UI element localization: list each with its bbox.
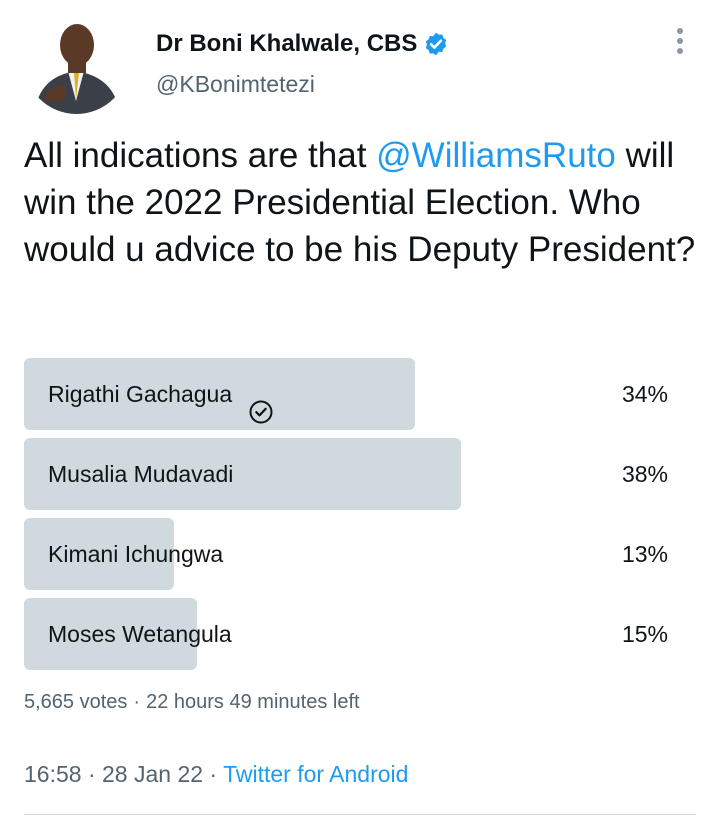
poll-option-label: Moses Wetangula <box>48 598 232 670</box>
author-name-row[interactable]: Dr Boni Khalwale, CBS <box>156 30 449 58</box>
check-circle-icon <box>248 381 274 424</box>
poll-option: Kimani Ichungwa 13% <box>24 518 674 590</box>
timestamp-separator: · <box>203 761 224 787</box>
tweet-timestamp-row: 16:58 · 28 Jan 22 · Twitter for Android <box>24 759 408 789</box>
poll-option-label: Kimani Ichungwa <box>48 518 223 590</box>
tweet-source-link[interactable]: Twitter for Android <box>223 761 408 787</box>
poll-option-percent: 15% <box>621 621 668 647</box>
avatar[interactable] <box>24 9 129 114</box>
poll-time-left: 22 hours 49 minutes left <box>146 691 360 713</box>
author-handle[interactable]: @KBonimtetezi <box>156 70 315 98</box>
poll-meta-separator: · <box>133 691 141 713</box>
avatar-image <box>24 9 129 114</box>
poll-vote-count: 5,665 votes <box>24 691 128 713</box>
poll-option-percent: 34% <box>621 381 668 407</box>
poll-option-text: Kimani Ichungwa <box>48 541 224 567</box>
verified-badge-icon <box>423 31 449 57</box>
poll-option: Moses Wetangula 15% <box>24 598 674 670</box>
tweet-text-start: All indications are that <box>24 136 377 175</box>
mention-link[interactable]: @WilliamsRuto <box>376 136 616 175</box>
poll-option-text: Musalia Mudavadi <box>48 461 234 487</box>
poll-option: Musalia Mudavadi 38% <box>24 438 674 510</box>
poll-option-text: Rigathi Gachagua <box>48 381 233 407</box>
divider <box>24 814 696 815</box>
author-display-name[interactable]: Dr Boni Khalwale, CBS <box>156 30 417 58</box>
poll-meta: 5,665 votes · 22 hours 49 minutes left <box>24 688 360 716</box>
tweet-header: Dr Boni Khalwale, CBS @KBonimtetezi <box>0 0 720 130</box>
tweet-text: All indications are that @WilliamsRuto w… <box>24 132 704 273</box>
tweet-date[interactable]: 28 Jan 22 <box>102 761 203 787</box>
more-vertical-icon[interactable] <box>670 28 690 54</box>
poll-option-label: Musalia Mudavadi <box>48 438 233 510</box>
poll-option-label: Rigathi Gachagua <box>48 358 274 430</box>
poll-option: Rigathi Gachagua 34% <box>24 358 674 430</box>
poll-option-text: Moses Wetangula <box>48 621 232 647</box>
tweet-time[interactable]: 16:58 <box>24 761 82 787</box>
timestamp-separator: · <box>81 761 103 787</box>
poll: Rigathi Gachagua 34% Musalia Mudavadi 38… <box>24 358 674 678</box>
poll-option-percent: 38% <box>621 461 668 487</box>
poll-option-percent: 13% <box>621 541 668 567</box>
